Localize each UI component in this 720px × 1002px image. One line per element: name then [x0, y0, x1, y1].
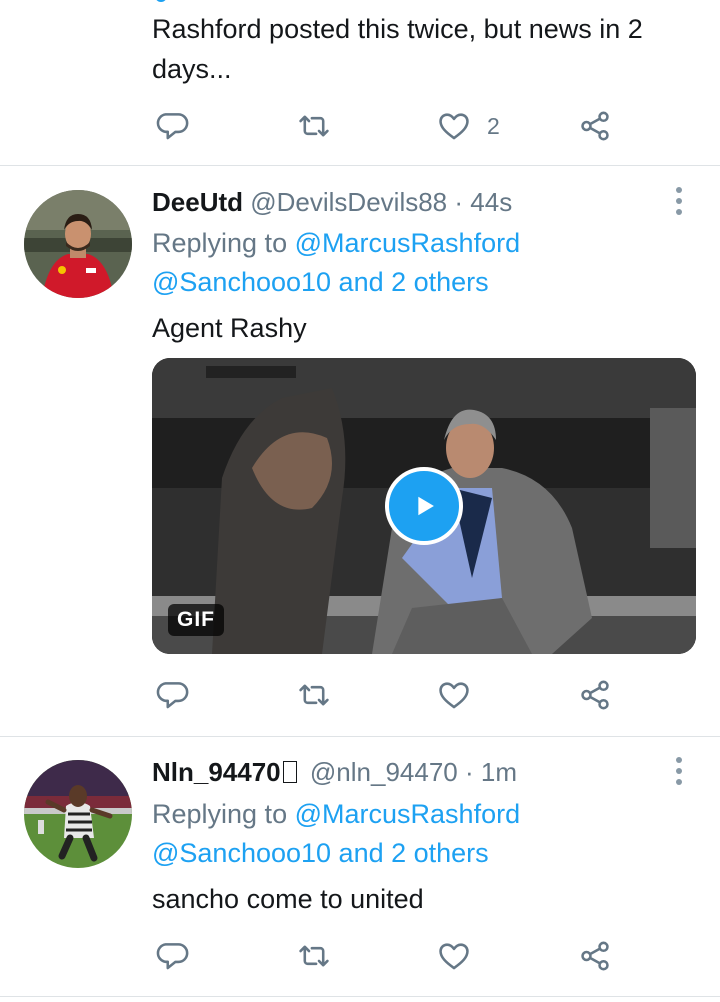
- tweet-actions: 2: [0, 101, 720, 151]
- more-icon-dot: [676, 779, 682, 785]
- other-mentions-link[interactable]: @Sanchooo10 and 2 others: [152, 267, 489, 297]
- more-icon-dot: [676, 768, 682, 774]
- retweet-button[interactable]: [297, 931, 331, 981]
- tweet-1[interactable]: Rashford posted this twice, but news in …: [0, 0, 720, 165]
- tweet-actions: [0, 670, 720, 720]
- replying-prefix: Replying to: [152, 799, 288, 829]
- retweet-button[interactable]: [297, 101, 331, 151]
- retweet-icon: [299, 115, 329, 137]
- emoji-placeholder: [282, 761, 297, 783]
- handle[interactable]: @nln_94470: [310, 757, 458, 787]
- retweet-icon: [299, 684, 329, 706]
- reply-icon: [156, 943, 189, 970]
- tweet-actions: [0, 931, 720, 981]
- other-mentions-link[interactable]: @Sanchooo10 and 2 others: [152, 838, 489, 868]
- like-icon: [439, 943, 469, 970]
- mention-link[interactable]: @MarcusRashford: [295, 228, 520, 258]
- divider: [0, 996, 720, 997]
- separator: ·: [454, 187, 464, 217]
- display-name[interactable]: Nln_94470: [152, 757, 281, 787]
- reply-button[interactable]: [155, 670, 189, 720]
- share-button[interactable]: [578, 670, 612, 720]
- share-icon: [581, 111, 609, 141]
- play-icon: [418, 496, 434, 516]
- play-button[interactable]: [385, 467, 463, 545]
- separator: ·: [464, 757, 474, 787]
- like-icon: [439, 682, 469, 709]
- timestamp[interactable]: 44s: [470, 187, 512, 217]
- tweet-header: Nln_94470 @nln_94470 · 1m: [152, 755, 517, 789]
- like-button[interactable]: [437, 931, 471, 981]
- gif-badge: GIF: [168, 604, 224, 636]
- share-icon: [581, 941, 609, 971]
- share-icon: [581, 680, 609, 710]
- more-button[interactable]: [664, 751, 694, 791]
- like-count: 2: [487, 112, 500, 139]
- like-button[interactable]: 2: [437, 101, 500, 151]
- tweet-text: Rashford posted this twice, but news in …: [152, 14, 643, 84]
- replying-to: Replying to @MarcusRashford @Sanchooo10 …: [152, 795, 632, 873]
- handle[interactable]: @DevilsDevils88: [250, 187, 447, 217]
- replying-prefix: Replying to: [152, 228, 288, 258]
- like-icon: [439, 113, 469, 140]
- more-icon: [676, 187, 682, 193]
- reply-button[interactable]: [155, 931, 189, 981]
- avatar[interactable]: [24, 190, 132, 298]
- retweet-button[interactable]: [297, 670, 331, 720]
- reply-icon: [156, 113, 189, 140]
- gif-media[interactable]: GIF: [152, 358, 696, 654]
- more-icon: [676, 757, 682, 763]
- tweet-text: Agent Rashy: [152, 313, 307, 343]
- display-name[interactable]: DeeUtd: [152, 187, 243, 217]
- tweet-header: DeeUtd @DevilsDevils88 · 44s: [152, 185, 512, 219]
- more-button[interactable]: [664, 181, 694, 221]
- reply-button[interactable]: [155, 101, 189, 151]
- mention-link[interactable]: @MarcusRashford: [295, 799, 520, 829]
- retweet-icon: [299, 945, 329, 967]
- share-button[interactable]: [578, 931, 612, 981]
- reply-icon: [156, 682, 189, 709]
- avatar[interactable]: [24, 760, 132, 868]
- more-icon-dot: [676, 209, 682, 215]
- tweet-text: sancho come to united: [152, 884, 424, 914]
- share-button[interactable]: [578, 101, 612, 151]
- timestamp[interactable]: 1m: [481, 757, 517, 787]
- replying-to: Replying to @MarcusRashford @Sanchooo10 …: [152, 224, 632, 302]
- link-fragment: [155, 0, 167, 2]
- more-icon-dot: [676, 198, 682, 204]
- like-button[interactable]: [437, 670, 471, 720]
